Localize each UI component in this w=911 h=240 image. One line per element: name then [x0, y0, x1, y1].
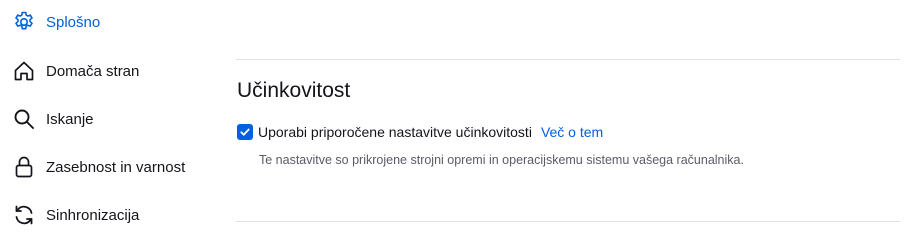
- sidebar-item-label: Iskanje: [46, 110, 94, 128]
- section-divider-bottom: [236, 221, 900, 222]
- sync-icon: [12, 203, 36, 227]
- sidebar-item-search[interactable]: Iskanje: [12, 103, 94, 135]
- section-divider-top: [236, 59, 900, 60]
- sidebar-item-label: Domača stran: [46, 62, 140, 80]
- recommended-performance-checkbox[interactable]: [237, 124, 253, 140]
- sidebar-item-label: Splošno: [46, 13, 101, 31]
- sidebar-item-privacy[interactable]: Zasebnost in varnost: [12, 151, 185, 183]
- gear-icon: [12, 10, 36, 34]
- sidebar-item-sync[interactable]: Sinhronizacija: [12, 199, 139, 231]
- sidebar: Splošno Domača stran Iskanje Zasebnost i…: [0, 0, 220, 238]
- performance-description: Te nastavitve so prikrojene strojni opre…: [259, 153, 744, 167]
- lock-icon: [12, 155, 36, 179]
- sidebar-item-home[interactable]: Domača stran: [12, 55, 139, 87]
- home-icon: [12, 59, 36, 83]
- checkbox-label[interactable]: Uporabi priporočene nastavitve učinkovit…: [258, 124, 532, 140]
- sidebar-item-general[interactable]: Splošno: [12, 6, 100, 38]
- learn-more-link[interactable]: Več o tem: [541, 124, 603, 140]
- performance-setting-row: Uporabi priporočene nastavitve učinkovit…: [237, 122, 603, 142]
- search-icon: [12, 107, 36, 131]
- checkmark-icon: [240, 128, 250, 136]
- sidebar-item-label: Sinhronizacija: [46, 206, 140, 224]
- section-title: Učinkovitost: [237, 79, 351, 102]
- sidebar-item-label: Zasebnost in varnost: [46, 158, 186, 176]
